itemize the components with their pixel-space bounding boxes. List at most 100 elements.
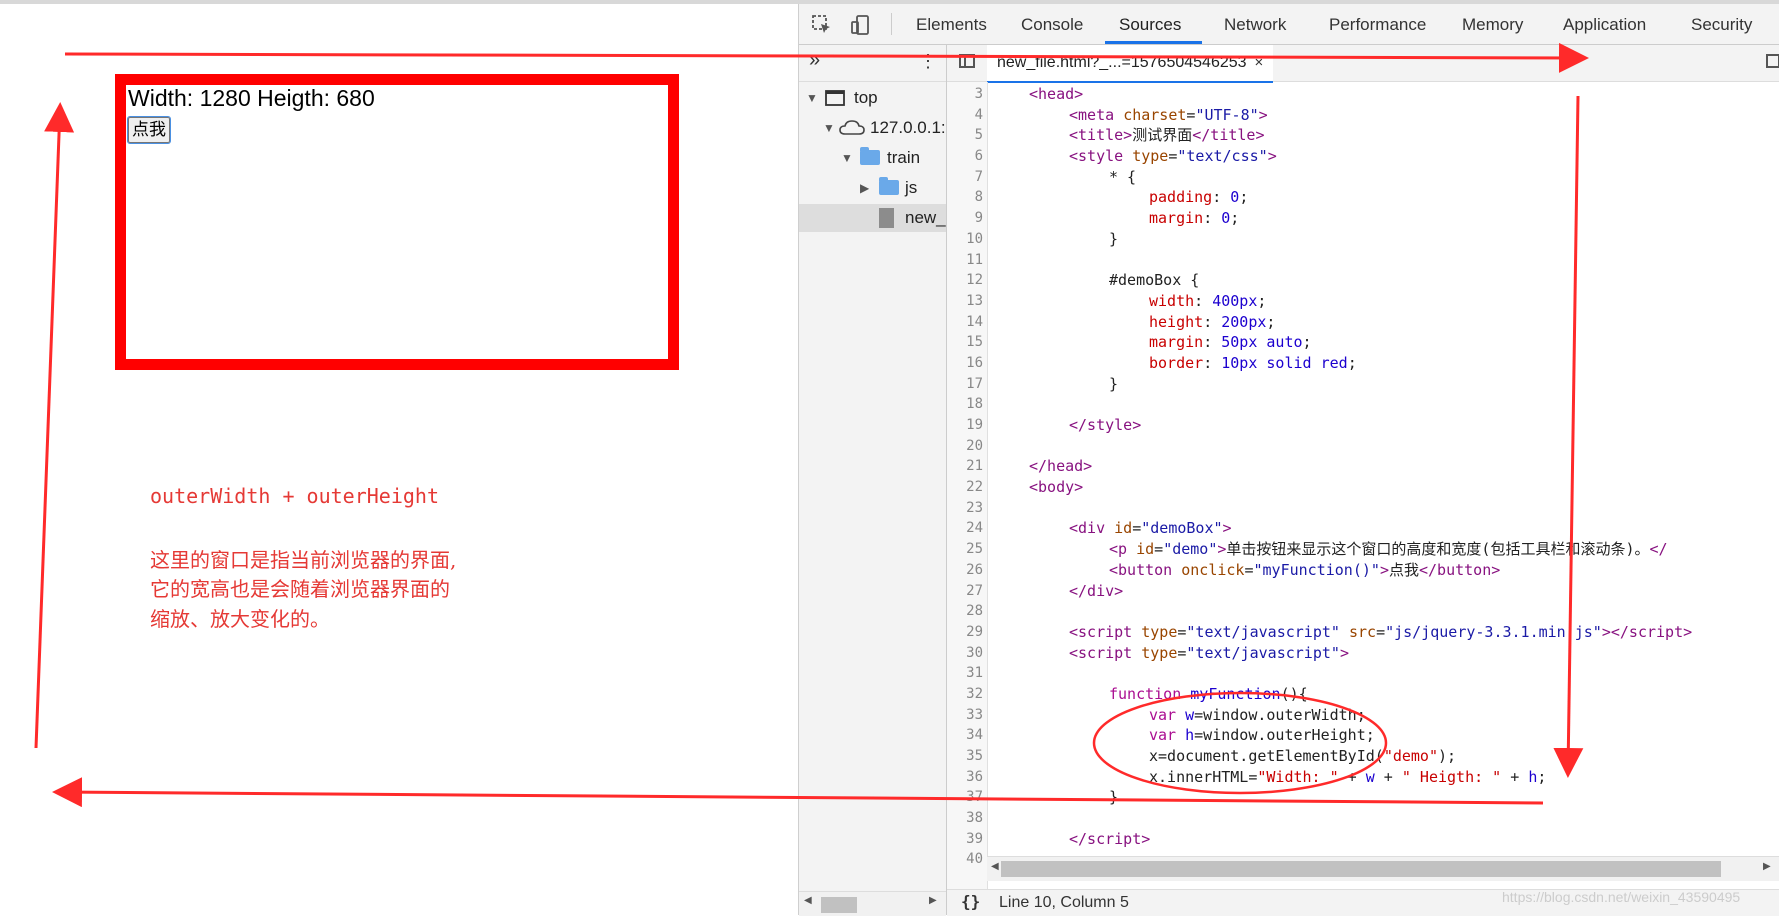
line-number[interactable]: 24 [947,518,983,539]
code-line[interactable]: 8 padding: 0; [947,187,1779,208]
code-line[interactable]: 38 [947,808,1779,829]
toggle-navigator-icon[interactable] [959,54,975,68]
tree-item-new-file[interactable]: new_ [799,204,946,232]
code-line[interactable]: 11 [947,250,1779,271]
line-number[interactable]: 27 [947,581,983,602]
line-number[interactable]: 18 [947,394,983,415]
code-line[interactable]: 16 border: 10px solid red; [947,353,1779,374]
line-number[interactable]: 6 [947,146,983,167]
expanded-arrow-icon[interactable]: ▼ [841,144,853,172]
expanded-arrow-icon[interactable]: ▼ [823,114,835,142]
line-number[interactable]: 17 [947,374,983,395]
expanded-arrow-icon[interactable]: ▼ [806,84,818,112]
tab-network[interactable]: Network [1224,4,1286,44]
line-number[interactable]: 26 [947,560,983,581]
code-line[interactable]: 18 [947,394,1779,415]
line-number[interactable]: 34 [947,725,983,746]
line-number[interactable]: 15 [947,332,983,353]
code-line[interactable]: 14 height: 200px; [947,312,1779,333]
line-number[interactable]: 33 [947,705,983,726]
line-number[interactable]: 31 [947,663,983,684]
line-number[interactable]: 9 [947,208,983,229]
inspect-element-icon[interactable] [811,14,833,36]
code-line[interactable]: 28 [947,601,1779,622]
code-line[interactable]: 19 </style> [947,415,1779,436]
line-number[interactable]: 16 [947,353,983,374]
line-number[interactable]: 7 [947,167,983,188]
line-number[interactable]: 38 [947,808,983,829]
more-tabs-icon[interactable]: » [809,49,820,72]
scroll-right-icon[interactable]: ▶ [929,895,937,906]
line-number[interactable]: 3 [947,84,983,105]
tab-security[interactable]: Security [1691,4,1752,44]
open-file-tab[interactable]: new_file.html?_...=1576504546253 × [987,45,1274,83]
collapsed-arrow-icon[interactable]: ▶ [860,174,869,202]
tree-item-train[interactable]: ▼ train [799,144,946,172]
code-line[interactable]: 3 <head> [947,84,1779,105]
line-number[interactable]: 12 [947,270,983,291]
navigator-scrollbar[interactable]: ◀ ▶ [799,891,946,916]
scroll-right-icon[interactable]: ▶ [1763,861,1771,872]
code-line[interactable]: 15 margin: 50px auto; [947,332,1779,353]
line-number[interactable]: 37 [947,787,983,808]
line-number[interactable]: 30 [947,643,983,664]
scroll-left-icon[interactable]: ◀ [991,861,999,872]
code-line[interactable]: 31 [947,663,1779,684]
line-number[interactable]: 21 [947,456,983,477]
code-line[interactable]: 12 #demoBox { [947,270,1779,291]
code-line[interactable]: 9 margin: 0; [947,208,1779,229]
code-line[interactable]: 5 <title>测试界面</title> [947,125,1779,146]
code-line[interactable]: 13 width: 400px; [947,291,1779,312]
code-line[interactable]: 7 * { [947,167,1779,188]
code-line[interactable]: 21 </head> [947,456,1779,477]
code-line[interactable]: 25 <p id="demo">单击按钮来显示这个窗口的高度和宽度(包括工具栏和滚… [947,539,1779,560]
code-line[interactable]: 23 [947,498,1779,519]
tab-sources[interactable]: Sources [1119,4,1181,44]
line-number[interactable]: 14 [947,312,983,333]
tab-application[interactable]: Application [1563,4,1646,44]
line-number[interactable]: 40 [947,849,983,870]
line-number[interactable]: 19 [947,415,983,436]
line-number[interactable]: 22 [947,477,983,498]
code-line[interactable]: 24 <div id="demoBox"> [947,518,1779,539]
code-line[interactable]: 35 x=document.getElementById("demo"); [947,746,1779,767]
scrollbar-thumb[interactable] [821,897,857,913]
code-line[interactable]: 10} [947,229,1779,250]
line-number[interactable]: 32 [947,684,983,705]
tab-console[interactable]: Console [1021,4,1083,44]
code-line[interactable]: 4 <meta charset="UTF-8"> [947,105,1779,126]
code-line[interactable]: 22 <body> [947,477,1779,498]
click-me-button[interactable]: 点我 [127,116,171,144]
code-line[interactable]: 37} [947,787,1779,808]
code-line[interactable]: 33 var w=window.outerWidth; [947,705,1779,726]
toggle-debugger-icon[interactable] [1766,54,1779,68]
line-number[interactable]: 4 [947,105,983,126]
code-line[interactable]: 34 var h=window.outerHeight; [947,725,1779,746]
scrollbar-thumb[interactable] [1001,861,1721,877]
code-line[interactable]: 26 <button onclick="myFunction()">点我</but… [947,560,1779,581]
tab-elements[interactable]: Elements [916,4,987,44]
line-number[interactable]: 35 [947,746,983,767]
code-line[interactable]: 30 <script type="text/javascript"> [947,643,1779,664]
line-number[interactable]: 25 [947,539,983,560]
tree-item-top[interactable]: ▼ top [799,84,946,112]
code-line[interactable]: 39 </script> [947,829,1779,850]
source-code[interactable]: 3 <head> 4 <meta charset="UTF-8"> 5 <title>测试… [947,84,1779,870]
close-tab-icon[interactable]: × [1255,54,1264,71]
code-line[interactable]: 27 </div> [947,581,1779,602]
tab-memory[interactable]: Memory [1462,4,1523,44]
code-line[interactable]: 36 x.innerHTML="Width: " + w + " Heigth: … [947,767,1779,788]
line-number[interactable]: 8 [947,187,983,208]
device-toolbar-icon[interactable] [849,14,871,36]
scroll-left-icon[interactable]: ◀ [804,895,812,906]
code-line[interactable]: 29 <script type="text/javascript" src="js… [947,622,1779,643]
line-number[interactable]: 5 [947,125,983,146]
code-line[interactable]: 32 function myFunction(){ [947,684,1779,705]
line-number[interactable]: 36 [947,767,983,788]
pretty-print-button[interactable]: {} [961,892,980,911]
line-number[interactable]: 29 [947,622,983,643]
editor-horizontal-scrollbar[interactable]: ◀ ▶ [987,856,1779,881]
navigator-menu-icon[interactable]: ⋮ [919,51,937,72]
line-number[interactable]: 23 [947,498,983,519]
code-line[interactable]: 6 <style type="text/css"> [947,146,1779,167]
